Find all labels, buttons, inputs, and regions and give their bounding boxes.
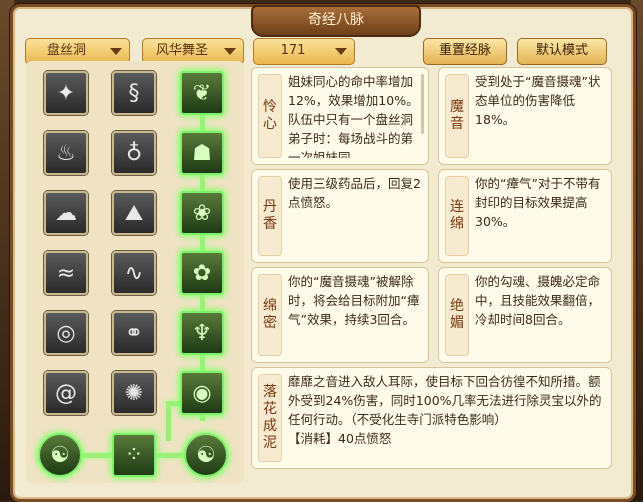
card-text: 你的“瘴气”对于不带有封印的目标效果提高30%。: [475, 176, 601, 229]
card-label: 丹香: [258, 176, 282, 256]
level-dropdown[interactable]: 171: [253, 38, 355, 65]
gourd-icon[interactable]: ♁: [112, 131, 156, 175]
seal-right-icon[interactable]: ☯: [184, 433, 228, 477]
cloud-icon[interactable]: ☁: [44, 191, 88, 235]
reset-meridian-button[interactable]: 重置经脉: [423, 38, 507, 65]
talent-card-juemei[interactable]: 绝媚 你的勾魂、摄魄必定命中，且技能效果翻倍，冷却时间8回合。: [438, 267, 612, 363]
coil-icon[interactable]: @: [44, 371, 88, 415]
talent-card-mianmi[interactable]: 绵密 你的“魔音摄魂”被解除时，将会给目标附加“瘴气”效果，持续3回合。: [251, 267, 429, 363]
wave-icon[interactable]: ∿: [112, 251, 156, 295]
mountain-icon[interactable]: ⛰: [112, 191, 156, 235]
level-dropdown-value: 171: [280, 43, 306, 58]
talent-card-lianmian[interactable]: 连绵 你的“瘴气”对于不带有封印的目标效果提高30%。: [438, 169, 612, 263]
ring-icon[interactable]: ◎: [44, 311, 88, 355]
chevron-down-icon: [335, 48, 347, 55]
card-text: 你的“魔音摄魂”被解除时，将会给目标附加“瘴气”效果，持续3回合。: [288, 274, 420, 327]
card-label: 怜心: [258, 74, 282, 158]
card-label: 绵密: [258, 274, 282, 356]
school-dropdown-value: 风华舞圣: [155, 43, 208, 58]
flame-icon[interactable]: ♨: [44, 131, 88, 175]
card-text: 靡靡之音进入敌人耳际，使目标下回合彷徨不知所措。额外受到24%伤害，同时100%…: [288, 372, 605, 464]
chevron-down-icon: [110, 48, 122, 55]
skill-grid: ✦ § ❦ ♨ ♁ ☗ ☁ ⛰ ❀ ≈ ∿ ✿ ◎ ⚭ ♆ @ ✺ ◉ ☯ ⁘ …: [26, 61, 244, 483]
seal-left-icon[interactable]: ☯: [38, 433, 82, 477]
sect-dropdown-value: 盘丝洞: [46, 43, 86, 58]
card-label: 绝媚: [445, 274, 469, 356]
swirl-icon[interactable]: ✿: [180, 251, 224, 295]
window-title: 奇经八脉: [251, 5, 421, 37]
landscape-icon[interactable]: ≈: [44, 251, 88, 295]
chain-icon[interactable]: ⚭: [112, 311, 156, 355]
talent-card-luohuachengni[interactable]: 落花成泥 靡靡之音进入敌人耳际，使目标下回合彷徨不知所措。额外受到24%伤害，同…: [251, 367, 612, 469]
vortex-icon[interactable]: ✺: [112, 371, 156, 415]
card-text: 你的勾魂、摄魄必定命中，且技能效果翻倍，冷却时间8回合。: [475, 274, 601, 327]
fan-icon[interactable]: ✦: [44, 71, 88, 115]
default-mode-button[interactable]: 默认模式: [517, 38, 607, 65]
card-label: 魔音: [445, 74, 469, 158]
talent-card-moyin[interactable]: 魔音 受到处于“魔音摄魂”状态单位的伤害降低18%。: [438, 67, 612, 165]
card-cost: 【消耗】40点愤怒: [288, 431, 392, 446]
path-line: [166, 401, 171, 441]
butterfly-icon[interactable]: ❦: [180, 71, 224, 115]
figure-icon[interactable]: ♆: [180, 311, 224, 355]
card-text: 姐妹同心的命中率增加12%，效果增加10%。队伍中只有一个盘丝洞弟子时：每场战斗…: [288, 74, 419, 158]
talent-card-danxiang[interactable]: 丹香 使用三级药品后，回复2点愤怒。: [251, 169, 429, 263]
talent-card-lianxin[interactable]: 怜心 姐妹同心的命中率增加12%，效果增加10%。队伍中只有一个盘丝洞弟子时：每…: [251, 67, 429, 165]
meridian-panel: 奇经八脉 盘丝洞 风华舞圣 171 重置经脉 默认模式 ✦ § ❦ ♨ ♁ ☗ …: [10, 4, 636, 502]
card-description: 靡靡之音进入敌人耳际，使目标下回合彷徨不知所措。额外受到24%伤害，同时100%…: [288, 374, 602, 427]
card-text: 使用三级药品后，回复2点愤怒。: [288, 176, 421, 210]
bell-icon[interactable]: ☗: [180, 131, 224, 175]
chevron-down-icon: [224, 48, 236, 55]
smoke-icon[interactable]: ❀: [180, 191, 224, 235]
card-label: 连绵: [445, 176, 469, 256]
scrollbar[interactable]: [421, 74, 424, 134]
dots-icon[interactable]: ⁘: [112, 433, 156, 477]
card-text: 受到处于“魔音摄魂”状态单位的伤害降低18%。: [475, 74, 601, 127]
eye-icon[interactable]: ◉: [180, 371, 224, 415]
spiral-icon[interactable]: §: [112, 71, 156, 115]
card-label: 落花成泥: [258, 374, 282, 462]
